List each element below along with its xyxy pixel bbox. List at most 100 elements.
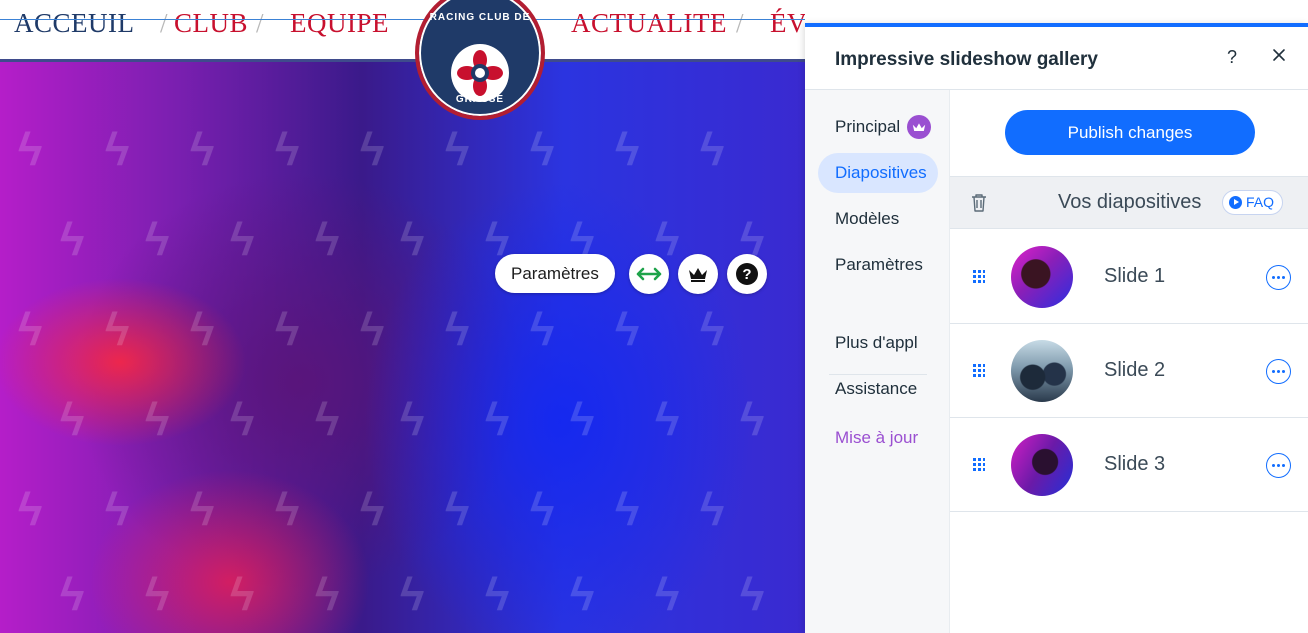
watermark-bolt-icon: ϟ — [18, 483, 43, 535]
nav-separator: / — [256, 8, 264, 38]
nav-acceuil[interactable]: ACCEUIL — [14, 8, 135, 39]
upgrade-crown-button[interactable] — [678, 254, 718, 294]
more-dots-icon — [1272, 464, 1285, 467]
watermark-bolt-icon: ϟ — [145, 393, 170, 445]
close-icon[interactable] — [1271, 47, 1287, 63]
faq-button[interactable]: FAQ — [1222, 190, 1284, 215]
watermark-bolt-icon: ϟ — [615, 303, 640, 355]
watermark-bolt-icon: ϟ — [615, 123, 640, 175]
panel-help-button[interactable]: ? — [1227, 47, 1237, 68]
watermark-bolt-icon: ϟ — [315, 213, 340, 265]
watermark-bolt-icon: ϟ — [190, 123, 215, 175]
watermark-bolt-icon: ϟ — [655, 568, 680, 620]
slide-label: Slide 3 — [1104, 453, 1166, 475]
side-nav-plus-dapps[interactable]: Plus d'appl — [818, 323, 938, 363]
logo-text-top: RACING CLUB DE — [429, 12, 531, 23]
more-dots-icon — [1272, 276, 1285, 279]
watermark-bolt-icon: ϟ — [275, 483, 300, 535]
side-nav-parametres[interactable]: Paramètres — [818, 245, 938, 285]
watermark-bolt-icon: ϟ — [700, 303, 725, 355]
watermark-bolt-icon: ϟ — [740, 393, 765, 445]
publish-changes-button[interactable]: Publish changes — [1005, 110, 1255, 155]
watermark-bolt-icon: ϟ — [360, 303, 385, 355]
slides-title: Vos diapositives — [1058, 191, 1202, 213]
watermark-bolt-icon: ϟ — [485, 568, 510, 620]
watermark-bolt-icon: ϟ — [655, 393, 680, 445]
watermark-bolt-icon: ϟ — [315, 568, 340, 620]
side-nav-modeles[interactable]: Modèles — [818, 199, 938, 239]
logo-text-bottom: GRASSE — [455, 94, 505, 105]
watermark-bolt-icon: ϟ — [530, 303, 555, 355]
slide-label: Slide 1 — [1104, 265, 1166, 287]
watermark-bolt-icon: ϟ — [400, 393, 425, 445]
watermark-bolt-icon: ϟ — [740, 568, 765, 620]
settings-button[interactable]: Paramètres — [495, 254, 615, 293]
watermark-bolt-icon: ϟ — [105, 123, 130, 175]
watermark-bolt-icon: ϟ — [700, 483, 725, 535]
watermark-bolt-icon: ϟ — [60, 568, 85, 620]
stretch-arrows-icon — [636, 267, 662, 281]
question-icon: ? — [736, 263, 758, 285]
crown-icon — [689, 268, 707, 282]
watermark-bolt-icon: ϟ — [60, 393, 85, 445]
side-nav-diapositives[interactable]: Diapositives — [818, 153, 938, 193]
slide-thumbnail — [1011, 246, 1073, 308]
nav-actualite[interactable]: ACTUALITE — [571, 8, 727, 39]
watermark-bolt-icon: ϟ — [230, 213, 255, 265]
watermark-bolt-icon: ϟ — [275, 123, 300, 175]
more-options-button[interactable] — [1266, 359, 1291, 384]
more-dots-icon — [1272, 370, 1285, 373]
watermark-bolt-icon: ϟ — [105, 303, 130, 355]
watermark-bolt-icon: ϟ — [530, 123, 555, 175]
watermark-bolt-icon: ϟ — [445, 123, 470, 175]
nav-separator: / — [160, 8, 168, 38]
watermark-bolt-icon: ϟ — [485, 393, 510, 445]
nav-club[interactable]: CLUB — [174, 8, 248, 39]
watermark-bolt-icon: ϟ — [400, 568, 425, 620]
watermark-bolt-icon: ϟ — [275, 303, 300, 355]
panel-title: Impressive slideshow gallery — [835, 49, 1098, 70]
slide-row[interactable]: Slide 2 — [950, 324, 1308, 418]
watermark-bolt-icon: ϟ — [360, 483, 385, 535]
side-nav-assistance[interactable]: Assistance — [818, 369, 938, 409]
watermark-bolt-icon: ϟ — [105, 483, 130, 535]
more-options-button[interactable] — [1266, 453, 1291, 478]
watermark-bolt-icon: ϟ — [400, 213, 425, 265]
site-header: ACCEUIL / CLUB / EQUIPE ACTUALITE / ÉVÉN… — [0, 0, 805, 62]
trash-icon[interactable] — [970, 193, 988, 213]
nav-evenement[interactable]: ÉVÉNEMENT — [770, 8, 805, 39]
slide-row[interactable]: Slide 3 — [950, 418, 1308, 512]
watermark-bolt-icon: ϟ — [570, 393, 595, 445]
slide-label: Slide 2 — [1104, 359, 1166, 381]
more-options-button[interactable] — [1266, 265, 1291, 290]
watermark-bolt-icon: ϟ — [145, 213, 170, 265]
watermark-bolt-icon: ϟ — [190, 483, 215, 535]
watermark-bolt-icon: ϟ — [360, 123, 385, 175]
editor-guide-line — [0, 19, 805, 20]
watermark-bolt-icon: ϟ — [445, 483, 470, 535]
slides-main: Publish changes Vos diapositives FAQ Sli… — [950, 90, 1308, 633]
nav-equipe[interactable]: EQUIPE — [290, 8, 389, 39]
watermark-bolt-icon: ϟ — [190, 303, 215, 355]
drag-handle-icon[interactable] — [972, 269, 986, 285]
slide-row[interactable]: Slide 1 — [950, 230, 1308, 324]
panel-header: Impressive slideshow gallery ? — [805, 27, 1308, 90]
drag-handle-icon[interactable] — [972, 363, 986, 379]
watermark-bolt-icon: ϟ — [230, 393, 255, 445]
club-logo[interactable]: RACING CLUB DE GRASSE — [415, 0, 545, 120]
watermark-bolt-icon: ϟ — [445, 303, 470, 355]
help-button[interactable]: ? — [727, 254, 767, 294]
watermark-bolt-icon: ϟ — [700, 123, 725, 175]
play-icon — [1229, 196, 1242, 209]
hero-slideshow-image[interactable]: ϟ ϟ ϟ ϟ ϟ ϟ ϟ ϟ ϟ ϟ ϟ ϟ ϟ ϟ ϟ ϟ ϟ ϟ ϟ ϟ … — [0, 62, 805, 633]
premium-crown-badge — [907, 115, 931, 139]
slides-header: Vos diapositives FAQ — [950, 176, 1308, 229]
drag-handle-icon[interactable] — [972, 457, 986, 473]
watermark-bolt-icon: ϟ — [60, 213, 85, 265]
nav-separator: / — [736, 8, 744, 38]
watermark-bolt-icon: ϟ — [230, 568, 255, 620]
gallery-settings-panel: Impressive slideshow gallery ? Principal… — [805, 23, 1308, 633]
stretch-button[interactable] — [629, 254, 669, 294]
watermark-bolt-icon: ϟ — [145, 568, 170, 620]
side-nav-upgrade[interactable]: Mise à jour — [818, 418, 938, 458]
